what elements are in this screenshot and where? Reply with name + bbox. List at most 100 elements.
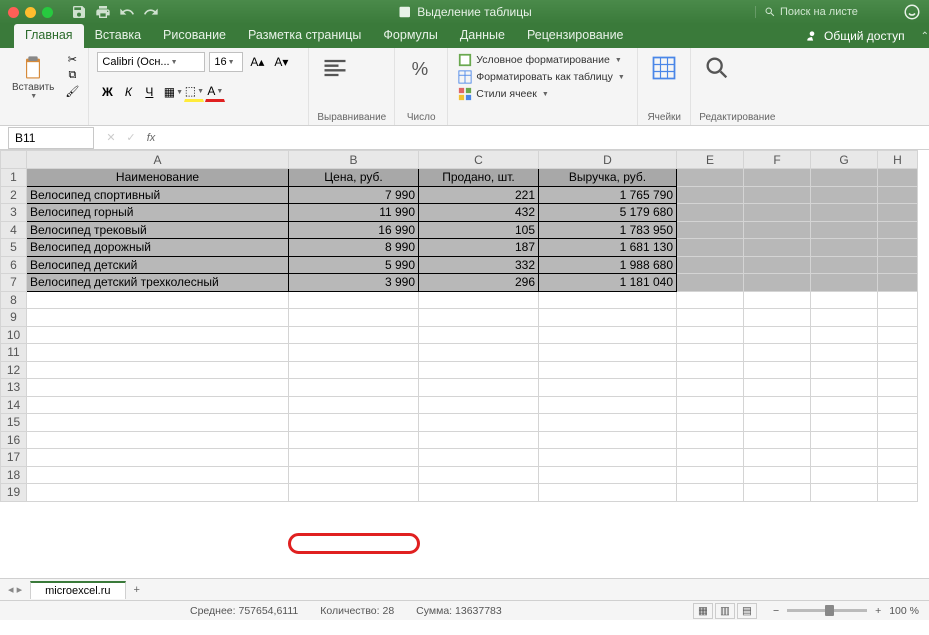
save-icon[interactable] <box>71 4 87 20</box>
col-header[interactable]: H <box>878 151 918 169</box>
formula-input[interactable] <box>160 127 929 149</box>
cell[interactable] <box>811 414 878 432</box>
cell[interactable] <box>419 484 539 502</box>
cell[interactable] <box>289 449 419 467</box>
table-row[interactable]: 2Велосипед спортивный7 9902211 765 790 <box>1 186 918 204</box>
cell[interactable] <box>27 344 289 362</box>
cell[interactable] <box>811 221 878 239</box>
table-row[interactable]: 16 <box>1 431 918 449</box>
cell[interactable]: 296 <box>419 274 539 292</box>
cell[interactable] <box>878 484 918 502</box>
cell[interactable]: 187 <box>419 239 539 257</box>
col-header[interactable]: E <box>677 151 744 169</box>
table-row[interactable]: 6Велосипед детский5 9903321 988 680 <box>1 256 918 274</box>
share-button[interactable]: Общий доступ <box>795 24 915 48</box>
format-painter-icon[interactable]: 🖌 <box>64 84 80 98</box>
row-header[interactable]: 12 <box>1 361 27 379</box>
maximize-window-icon[interactable] <box>42 7 53 18</box>
cell[interactable] <box>289 396 419 414</box>
col-header[interactable]: B <box>289 151 419 169</box>
cell[interactable]: Продано, шт. <box>419 169 539 187</box>
cell[interactable] <box>539 466 677 484</box>
cell[interactable]: 11 990 <box>289 204 419 222</box>
cell[interactable] <box>289 309 419 327</box>
paste-button[interactable]: Вставить ▼ <box>8 52 58 102</box>
cell[interactable]: 221 <box>419 186 539 204</box>
row-header[interactable]: 3 <box>1 204 27 222</box>
cell[interactable] <box>677 186 744 204</box>
cell[interactable] <box>744 256 811 274</box>
conditional-formatting-button[interactable]: Условное форматирование▼ <box>456 52 627 68</box>
row-header[interactable]: 11 <box>1 344 27 362</box>
fx-icon[interactable]: fx <box>142 129 160 147</box>
cell[interactable] <box>878 379 918 397</box>
enter-formula-icon[interactable]: ✓ <box>122 129 140 147</box>
cell[interactable] <box>878 309 918 327</box>
cell[interactable] <box>744 291 811 309</box>
cell[interactable] <box>539 361 677 379</box>
cell[interactable] <box>744 484 811 502</box>
cell[interactable] <box>811 484 878 502</box>
cell[interactable] <box>419 396 539 414</box>
cell[interactable] <box>419 379 539 397</box>
close-window-icon[interactable] <box>8 7 19 18</box>
cell[interactable] <box>677 309 744 327</box>
row-header[interactable]: 2 <box>1 186 27 204</box>
cell[interactable] <box>539 326 677 344</box>
cell[interactable] <box>27 449 289 467</box>
cells-button[interactable] <box>646 52 682 84</box>
tab-home[interactable]: Главная <box>14 24 84 48</box>
cell[interactable] <box>878 186 918 204</box>
cell[interactable] <box>539 309 677 327</box>
cell[interactable] <box>289 484 419 502</box>
row-header[interactable]: 18 <box>1 466 27 484</box>
cell[interactable] <box>811 204 878 222</box>
cell[interactable] <box>289 344 419 362</box>
cell[interactable] <box>289 431 419 449</box>
tab-review[interactable]: Рецензирование <box>516 24 635 48</box>
cell[interactable] <box>878 204 918 222</box>
cell[interactable] <box>878 449 918 467</box>
cell[interactable]: 1 783 950 <box>539 221 677 239</box>
row-header[interactable]: 16 <box>1 431 27 449</box>
cell[interactable] <box>744 326 811 344</box>
cell[interactable] <box>539 484 677 502</box>
minimize-window-icon[interactable] <box>25 7 36 18</box>
sheet-tab[interactable]: microexcel.ru <box>30 581 125 599</box>
cell[interactable] <box>27 326 289 344</box>
cell[interactable] <box>677 396 744 414</box>
cell[interactable] <box>878 414 918 432</box>
cell[interactable] <box>811 344 878 362</box>
table-row[interactable]: 12 <box>1 361 918 379</box>
increase-font-icon[interactable]: A▴ <box>247 52 267 72</box>
cell[interactable] <box>744 379 811 397</box>
cell[interactable] <box>419 309 539 327</box>
cell[interactable]: Велосипед горный <box>27 204 289 222</box>
cell[interactable] <box>419 361 539 379</box>
tab-data[interactable]: Данные <box>449 24 516 48</box>
cell[interactable]: 1 765 790 <box>539 186 677 204</box>
row-header[interactable]: 19 <box>1 484 27 502</box>
cell[interactable] <box>419 344 539 362</box>
cell[interactable] <box>744 274 811 292</box>
tab-layout[interactable]: Разметка страницы <box>237 24 372 48</box>
cell[interactable] <box>744 204 811 222</box>
table-row[interactable]: 4Велосипед трековый16 9901051 783 950 <box>1 221 918 239</box>
table-row[interactable]: 10 <box>1 326 918 344</box>
cell[interactable] <box>677 169 744 187</box>
collapse-ribbon-icon[interactable]: ⌃ <box>921 31 929 42</box>
zoom-level[interactable]: 100 % <box>889 605 919 617</box>
font-color-button[interactable]: A▼ <box>205 82 225 102</box>
table-row[interactable]: 1 Наименование Цена, руб. Продано, шт. В… <box>1 169 918 187</box>
cell[interactable] <box>744 186 811 204</box>
cell[interactable] <box>677 239 744 257</box>
cell[interactable]: Наименование <box>27 169 289 187</box>
fill-color-button[interactable]: ⬚▼ <box>184 82 204 102</box>
cell[interactable] <box>419 414 539 432</box>
name-box[interactable] <box>8 127 94 149</box>
table-row[interactable]: 17 <box>1 449 918 467</box>
cell[interactable] <box>811 274 878 292</box>
cell[interactable]: 5 990 <box>289 256 419 274</box>
cell[interactable] <box>27 291 289 309</box>
cell[interactable]: 16 990 <box>289 221 419 239</box>
